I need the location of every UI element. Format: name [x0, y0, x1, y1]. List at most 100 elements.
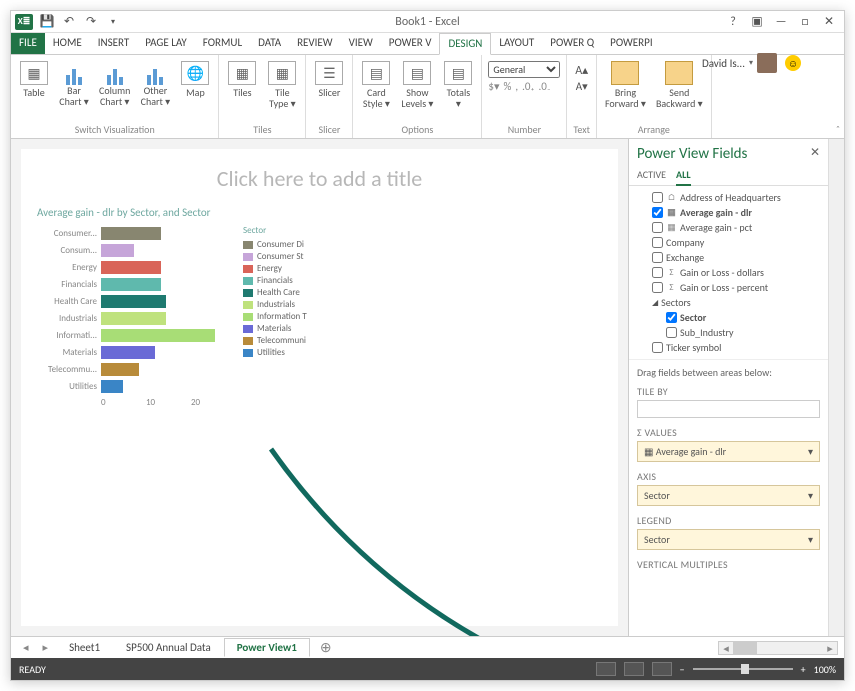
field-item[interactable]: ▦Average gain - pct: [635, 220, 822, 235]
tab-formul[interactable]: FORMUL: [195, 33, 250, 54]
field-item[interactable]: Ticker symbol: [635, 340, 822, 355]
column-chart--button[interactable]: ColumnChart ▾: [97, 59, 132, 123]
tab-design[interactable]: DESIGN: [439, 33, 491, 55]
zoom-slider[interactable]: [693, 668, 793, 670]
field-checkbox[interactable]: [652, 342, 663, 353]
field-checkbox[interactable]: [652, 207, 663, 218]
bar[interactable]: [101, 261, 161, 274]
tab-review[interactable]: REVIEW: [289, 33, 341, 54]
vertical-scrollbar[interactable]: [828, 139, 844, 636]
field-checkbox[interactable]: [652, 252, 663, 263]
map-button[interactable]: 🌐Map: [178, 59, 212, 123]
table-button[interactable]: ▦Table: [17, 59, 51, 123]
signed-in-user[interactable]: David Is...: [702, 57, 745, 70]
tile-type--button[interactable]: ▦TileType ▾: [265, 59, 299, 123]
tab-insert[interactable]: INSERT: [90, 33, 138, 54]
field-checkbox[interactable]: [666, 327, 677, 338]
bar[interactable]: [101, 329, 215, 342]
decrease-decimal-icon[interactable]: .0₋: [539, 80, 551, 93]
field-item[interactable]: ΣGain or Loss - dollars: [635, 265, 822, 280]
ribbon-options-icon[interactable]: ▣: [748, 14, 766, 30]
view-break-icon[interactable]: [652, 662, 672, 676]
field-item[interactable]: ⌂Address of Headquarters: [635, 190, 822, 205]
field-checkbox[interactable]: [652, 237, 663, 248]
fields-tab-all[interactable]: ALL: [676, 165, 691, 186]
decrease-font-icon[interactable]: A▾: [576, 80, 588, 93]
show-levels--button[interactable]: ▤ShowLevels ▾: [399, 59, 435, 123]
field-item[interactable]: ◢Sectors: [635, 295, 822, 310]
feedback-smiley-icon[interactable]: ☺: [785, 55, 801, 71]
maximize-icon[interactable]: □: [796, 14, 814, 30]
sheet-tab[interactable]: SP500 Annual Data: [113, 638, 224, 657]
zoom-in-icon[interactable]: +: [801, 663, 806, 676]
field-checkbox[interactable]: [666, 312, 677, 323]
tab-page-lay[interactable]: PAGE LAY: [137, 33, 195, 54]
percent-icon[interactable]: %: [504, 80, 512, 93]
qat-customize-icon[interactable]: ▾: [105, 14, 121, 30]
comma-icon[interactable]: ,: [515, 80, 518, 93]
horizontal-scrollbar[interactable]: ◂▸: [718, 641, 838, 655]
scroll-right-icon[interactable]: ▸: [823, 642, 837, 654]
tab-powerpi[interactable]: POWERPI: [602, 33, 660, 54]
field-item[interactable]: Sector: [635, 310, 822, 325]
tab-file[interactable]: FILE: [11, 33, 45, 54]
bar[interactable]: [101, 295, 166, 308]
zoom-out-icon[interactable]: −: [680, 663, 685, 676]
currency-icon[interactable]: $▾: [488, 80, 499, 93]
help-icon[interactable]: ?: [724, 14, 742, 30]
other-chart--button[interactable]: OtherChart ▾: [138, 59, 172, 123]
user-avatar[interactable]: [757, 53, 777, 73]
save-icon[interactable]: 💾: [39, 14, 55, 30]
chevron-down-icon[interactable]: ▾: [808, 445, 813, 458]
bar[interactable]: [101, 363, 139, 376]
field-checkbox[interactable]: [652, 222, 663, 233]
bring-forward--button[interactable]: BringForward ▾: [603, 59, 648, 123]
tab-layout[interactable]: LAYOUT: [491, 33, 542, 54]
close-pane-icon[interactable]: ✕: [810, 145, 820, 160]
field-checkbox[interactable]: [652, 192, 663, 203]
axis-dropzone[interactable]: Sector▾: [637, 485, 820, 506]
totals--button[interactable]: ▤Totals▾: [441, 59, 475, 123]
field-item[interactable]: ΣGain or Loss - percent: [635, 280, 822, 295]
undo-icon[interactable]: ↶: [61, 14, 77, 30]
bar[interactable]: [101, 380, 123, 393]
sheet-tab[interactable]: Sheet1: [56, 638, 113, 657]
bar[interactable]: [101, 312, 166, 325]
tiles-button[interactable]: ▦Tiles: [225, 59, 259, 123]
sheet-nav-prev-icon[interactable]: ◂: [17, 641, 35, 654]
field-item[interactable]: ▦Average gain - dlr: [635, 205, 822, 220]
field-item[interactable]: Exchange: [635, 250, 822, 265]
scroll-left-icon[interactable]: ◂: [719, 642, 733, 654]
tileby-dropzone[interactable]: [637, 400, 820, 418]
add-sheet-icon[interactable]: ⊕: [312, 639, 340, 656]
chevron-down-icon[interactable]: ▾: [808, 533, 813, 546]
bar[interactable]: [101, 227, 161, 240]
tab-power-v[interactable]: POWER V: [381, 33, 440, 54]
bar[interactable]: [101, 346, 155, 359]
chevron-down-icon[interactable]: ▾: [808, 489, 813, 502]
field-checkbox[interactable]: [652, 267, 663, 278]
bar-chart[interactable]: Consumer...Consum...EnergyFinancialsHeal…: [37, 225, 237, 408]
tab-home[interactable]: HOME: [45, 33, 90, 54]
values-dropzone[interactable]: ▦ Average gain - dlr▾: [637, 441, 820, 462]
tab-data[interactable]: DATA: [250, 33, 289, 54]
tab-view[interactable]: VIEW: [341, 33, 381, 54]
number-format-select[interactable]: General: [488, 61, 560, 78]
field-checkbox[interactable]: [652, 282, 663, 293]
power-view-canvas[interactable]: Click here to add a title Average gain -…: [21, 149, 618, 626]
collapse-ribbon-icon[interactable]: ˆ: [836, 123, 840, 136]
bar[interactable]: [101, 244, 134, 257]
slicer-button[interactable]: ☰Slicer: [312, 59, 346, 123]
send-backward--button[interactable]: SendBackward ▾: [654, 59, 705, 123]
increase-font-icon[interactable]: A▴: [575, 63, 588, 78]
redo-icon[interactable]: ↷: [83, 14, 99, 30]
minimize-icon[interactable]: —: [772, 14, 790, 30]
view-normal-icon[interactable]: [596, 662, 616, 676]
legend-dropzone[interactable]: Sector▾: [637, 529, 820, 550]
tab-power-q[interactable]: POWER Q: [542, 33, 602, 54]
title-placeholder[interactable]: Click here to add a title: [37, 159, 602, 206]
field-item[interactable]: Company: [635, 235, 822, 250]
view-page-icon[interactable]: [624, 662, 644, 676]
fields-tab-active[interactable]: ACTIVE: [637, 165, 666, 185]
sheet-nav-next-icon[interactable]: ▸: [37, 641, 55, 654]
